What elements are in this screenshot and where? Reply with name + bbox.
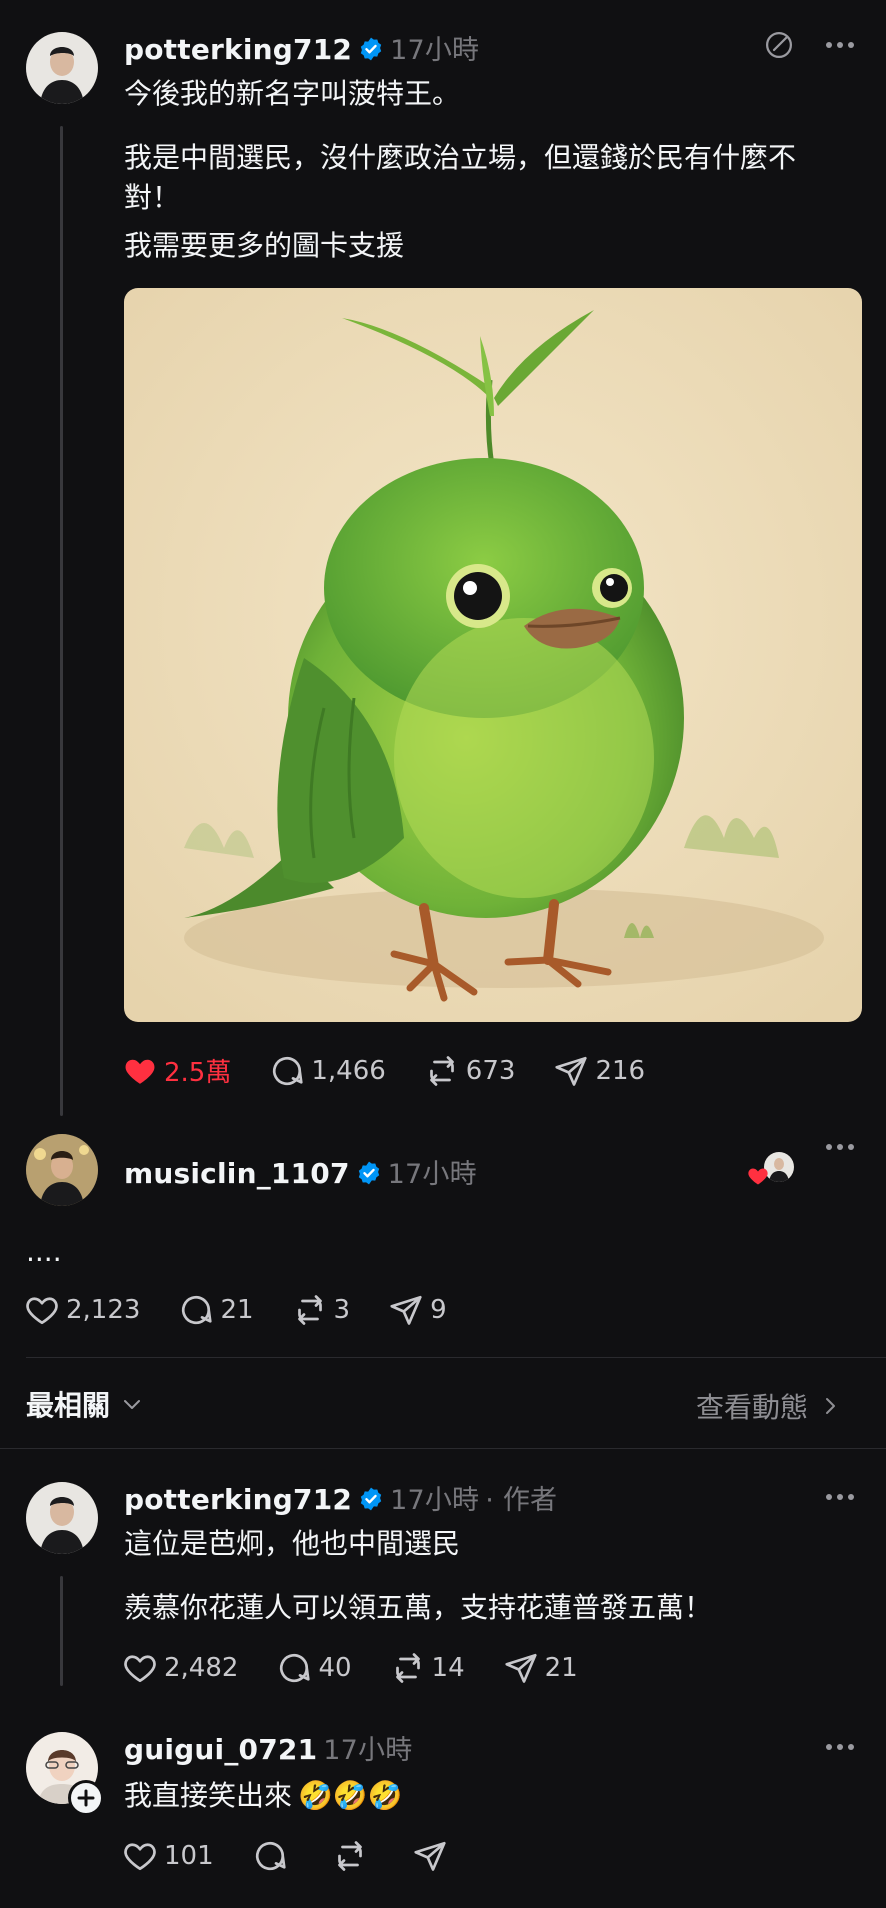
reply-text: .... xyxy=(26,1235,62,1268)
username[interactable]: potterking712 xyxy=(124,1483,352,1516)
follow-plus-button[interactable] xyxy=(68,1780,104,1816)
verified-icon xyxy=(358,36,384,62)
timestamp: 17小時 xyxy=(390,35,480,66)
share-button[interactable] xyxy=(412,1838,454,1874)
reply-actions: 101 xyxy=(122,1838,492,1874)
timestamp: 17小時 xyxy=(323,1735,413,1766)
like-count: 101 xyxy=(164,1841,214,1871)
send-icon xyxy=(503,1650,539,1686)
divider xyxy=(26,1357,886,1358)
verified-icon xyxy=(358,1486,384,1512)
comment-icon xyxy=(178,1292,214,1328)
post-line-2: 我是中間選民，沒什麼政治立場，但還錢於民有什麼不 xyxy=(124,141,797,174)
chevron-right-icon xyxy=(826,1398,836,1414)
reply-actions: 2,482 40 14 21 xyxy=(122,1650,616,1686)
avatar[interactable] xyxy=(26,1134,98,1206)
like-count: 2,123 xyxy=(66,1295,141,1325)
laughing-emoji: 🤣🤣🤣 xyxy=(298,1779,403,1812)
username[interactable]: musiclin_1107 xyxy=(124,1157,350,1190)
avatar[interactable] xyxy=(26,32,98,104)
more-options-icon[interactable] xyxy=(826,1744,856,1752)
sort-label: 最相關 xyxy=(26,1389,111,1422)
comment-count: 21 xyxy=(220,1295,254,1325)
username[interactable]: potterking712 xyxy=(124,33,352,66)
repost-icon xyxy=(390,1650,426,1686)
timestamp: 17小時 xyxy=(390,1485,480,1516)
repost-button[interactable] xyxy=(332,1838,374,1874)
comment-icon xyxy=(269,1053,305,1089)
repost-icon xyxy=(332,1838,368,1874)
reply-text: 我直接笑出來 🤣🤣🤣 xyxy=(124,1776,403,1816)
repost-button[interactable]: 3 xyxy=(292,1292,351,1328)
repost-count: 14 xyxy=(431,1653,465,1683)
view-activity-link[interactable]: 查看動態 xyxy=(696,1386,842,1426)
thread-line xyxy=(60,1576,63,1686)
comment-count: 1,466 xyxy=(311,1055,386,1086)
share-count: 21 xyxy=(544,1653,578,1683)
view-activity-label: 查看動態 xyxy=(696,1391,809,1424)
like-button[interactable]: 101 xyxy=(122,1838,214,1874)
liked-by-author-badge xyxy=(746,1152,794,1188)
post-header: potterking712 17小時 xyxy=(124,28,479,67)
reply-header: musiclin_1107 17小時 xyxy=(124,1152,477,1191)
verified-icon xyxy=(356,1160,382,1186)
reply-line-1: 這位是芭炯，他也中間選民 xyxy=(124,1527,461,1560)
send-icon xyxy=(388,1292,424,1328)
post-line-3: 對！ xyxy=(124,181,181,214)
comment-button[interactable]: 21 xyxy=(178,1292,254,1328)
author-tag: · 作者 xyxy=(485,1485,558,1516)
like-button[interactable]: 2.5萬 xyxy=(122,1052,231,1089)
heart-icon xyxy=(24,1292,60,1328)
sort-dropdown[interactable]: 最相關 xyxy=(26,1384,144,1424)
repost-button[interactable]: 673 xyxy=(424,1053,516,1089)
repost-button[interactable]: 14 xyxy=(390,1650,465,1686)
avatar[interactable] xyxy=(26,1482,98,1554)
plus-icon xyxy=(77,1789,95,1807)
comment-button[interactable]: 1,466 xyxy=(269,1053,386,1089)
post-line-1: 今後我的新名字叫菠特王。 xyxy=(124,77,461,110)
comment-count: 40 xyxy=(318,1653,352,1683)
send-icon xyxy=(412,1838,448,1874)
post-image[interactable] xyxy=(124,288,862,1022)
share-button[interactable]: 21 xyxy=(503,1650,578,1686)
reply-line-2: 羨慕你花蓮人可以領五萬，支持花蓮普發五萬！ xyxy=(124,1591,713,1624)
share-button[interactable]: 9 xyxy=(388,1292,447,1328)
repost-count: 673 xyxy=(465,1055,516,1086)
heart-icon xyxy=(122,1838,158,1874)
more-options-icon[interactable] xyxy=(826,42,856,50)
reply-header: guigui_0721 17小時 xyxy=(124,1728,412,1767)
post-line-4: 我需要更多的圖卡支援 xyxy=(124,229,405,262)
like-count: 2,482 xyxy=(164,1653,239,1683)
reply-header: potterking712 17小時 · 作者 xyxy=(124,1478,557,1517)
timestamp: 17小時 xyxy=(387,1159,477,1190)
heart-filled-icon xyxy=(746,1164,770,1188)
translate-icon[interactable] xyxy=(764,30,794,60)
comment-icon xyxy=(276,1650,312,1686)
chevron-down-icon xyxy=(124,1400,141,1409)
more-options-icon[interactable] xyxy=(826,1144,856,1152)
more-options-icon[interactable] xyxy=(826,1494,856,1502)
heart-icon xyxy=(122,1650,158,1686)
like-button[interactable]: 2,123 xyxy=(24,1292,140,1328)
comment-icon xyxy=(252,1838,288,1874)
post-actions: 2.5萬 1,466 673 216 xyxy=(122,1052,683,1089)
heart-filled-icon xyxy=(122,1053,158,1089)
send-icon xyxy=(553,1053,589,1089)
repost-count: 3 xyxy=(333,1295,351,1325)
comment-button[interactable] xyxy=(252,1838,294,1874)
share-count: 9 xyxy=(430,1295,447,1325)
comment-button[interactable]: 40 xyxy=(276,1650,352,1686)
thread-line xyxy=(60,126,63,1116)
share-count: 216 xyxy=(595,1055,646,1086)
reply-actions: 2,123 21 3 9 xyxy=(24,1292,485,1328)
like-count: 2.5萬 xyxy=(164,1058,232,1088)
share-button[interactable]: 216 xyxy=(553,1053,645,1089)
like-button[interactable]: 2,482 xyxy=(122,1650,238,1686)
repost-icon xyxy=(424,1053,460,1089)
divider xyxy=(0,1448,886,1449)
repost-icon xyxy=(292,1292,328,1328)
reply-text-body: 我直接笑出來 xyxy=(124,1779,293,1812)
username[interactable]: guigui_0721 xyxy=(124,1733,317,1766)
